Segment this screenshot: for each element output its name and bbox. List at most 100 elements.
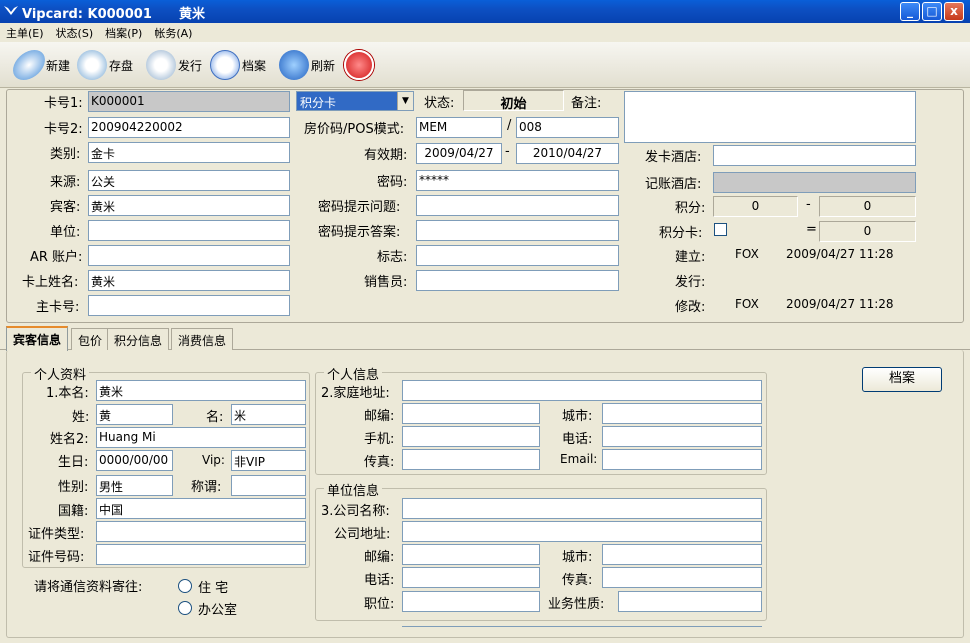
pwd-label: 密码: xyxy=(377,175,408,190)
tab-points[interactable]: 积分信息 xyxy=(107,328,170,350)
guest-field[interactable]: 黄米 xyxy=(88,195,290,216)
new-button[interactable]: 新建 xyxy=(8,48,70,82)
menu-account[interactable]: 帐务(A) xyxy=(148,23,198,43)
vip-field[interactable]: 非VIP xyxy=(231,450,306,471)
lastname-field[interactable]: 黄 xyxy=(96,404,173,425)
sex-label: 性别: xyxy=(58,480,89,495)
company-fax-label: 传真: xyxy=(562,573,593,588)
card-kind-select[interactable]: 积分卡 ▼ xyxy=(296,91,414,111)
valid-to-field[interactable]: 2010/04/27 xyxy=(516,143,619,164)
tab-consumption[interactable]: 消费信息 xyxy=(171,328,234,350)
home-address-field[interactable] xyxy=(402,380,762,401)
rate-field[interactable]: MEM xyxy=(416,117,502,138)
acct-hotel-field[interactable] xyxy=(713,172,916,193)
name2-label: 姓名2: xyxy=(50,432,89,447)
pwd-question-label: 密码提示问题: xyxy=(318,200,401,215)
id-type-field[interactable] xyxy=(96,521,306,542)
points-card-checkbox[interactable] xyxy=(714,223,727,236)
firstname-field[interactable]: 米 xyxy=(231,404,306,425)
company-address-field[interactable] xyxy=(402,521,762,542)
title-bar[interactable]: Vipcard: K000001 黄米 _ □ x xyxy=(0,0,970,23)
birthday-field[interactable]: 0000/00/00 xyxy=(96,450,173,471)
mobile-field[interactable] xyxy=(402,426,540,447)
modified-by: FOX xyxy=(735,297,759,311)
name-field[interactable]: 黄米 xyxy=(96,380,306,401)
tab-package[interactable]: 包价 xyxy=(71,328,110,350)
name2-field[interactable]: Huang Mi xyxy=(96,427,306,448)
company-city-field[interactable] xyxy=(602,544,762,565)
mail-office-radio[interactable] xyxy=(178,601,192,615)
refresh-button[interactable]: 刷新 xyxy=(279,48,335,82)
valid-from-field[interactable]: 2009/04/27 xyxy=(416,143,502,164)
menu-status[interactable]: 状态(S) xyxy=(50,23,100,43)
nationality-field[interactable]: 中国 xyxy=(96,498,306,519)
tab-guest-info[interactable]: 宾客信息 xyxy=(6,326,69,351)
rate-label: 房价码/POS模式: xyxy=(304,122,405,137)
birthday-label: 生日: xyxy=(58,455,89,470)
firstname-label: 名: xyxy=(206,410,224,425)
card2-field[interactable]: 200904220002 xyxy=(88,117,290,138)
pos-field[interactable]: 008 xyxy=(516,117,619,138)
company-name-field[interactable] xyxy=(402,498,762,519)
menu-archive[interactable]: 档案(P) xyxy=(99,23,148,43)
type-label: 类别: xyxy=(50,147,81,162)
cardname-field[interactable]: 黄米 xyxy=(88,270,290,291)
maincard-label: 主卡号: xyxy=(36,300,80,315)
mail-office-label: 办公室 xyxy=(198,603,238,618)
pwd-answer-field[interactable] xyxy=(416,220,619,241)
menu-main[interactable]: 主单(E) xyxy=(0,23,50,43)
home-phone-label: 电话: xyxy=(562,432,593,447)
mail-home-radio[interactable] xyxy=(178,579,192,593)
company-phone-field[interactable] xyxy=(402,567,540,588)
sex-field[interactable]: 男性 xyxy=(96,475,173,496)
close-button[interactable]: x xyxy=(944,2,964,21)
id-type-label: 证件类型: xyxy=(28,527,85,542)
flag-label: 标志: xyxy=(377,250,408,265)
company-phone-label: 电话: xyxy=(364,573,395,588)
modified-label: 修改: xyxy=(675,300,706,315)
rate-slash: / xyxy=(507,118,512,133)
lastname-label: 姓: xyxy=(72,410,90,425)
business-type-field[interactable] xyxy=(618,591,762,612)
issue-icon xyxy=(146,50,176,80)
company-name-label: 3.公司名称: xyxy=(321,504,390,519)
modified-at: 2009/04/27 11:28 xyxy=(786,297,894,311)
home-phone-field[interactable] xyxy=(602,426,762,447)
archive-button[interactable]: 档案 xyxy=(210,48,266,82)
issue-button[interactable]: 发行 xyxy=(146,48,202,82)
salutation-field[interactable] xyxy=(231,475,306,496)
home-city-field[interactable] xyxy=(602,403,762,424)
sales-field[interactable] xyxy=(416,270,619,291)
source-field[interactable]: 公关 xyxy=(88,170,290,191)
company-address-label: 公司地址: xyxy=(334,527,391,542)
home-fax-field[interactable] xyxy=(402,449,540,470)
company-info-title: 单位信息 xyxy=(324,480,383,499)
company-fax-field[interactable] xyxy=(602,567,762,588)
card1-field[interactable]: K000001 xyxy=(88,91,290,112)
exit-button[interactable] xyxy=(344,48,376,82)
remark-field[interactable] xyxy=(624,91,916,143)
pwd-question-field[interactable] xyxy=(416,195,619,216)
maincard-field[interactable] xyxy=(88,295,290,316)
maximize-button[interactable]: □ xyxy=(922,2,942,21)
archive-detail-button[interactable]: 档案 xyxy=(862,367,942,392)
save-button[interactable]: 存盘 xyxy=(77,48,133,82)
home-city-label: 城市: xyxy=(562,409,593,424)
flag-field[interactable] xyxy=(416,245,619,266)
minimize-button[interactable]: _ xyxy=(900,2,920,21)
app-icon xyxy=(4,6,18,15)
password-field[interactable]: ***** xyxy=(416,170,619,191)
unit-field[interactable] xyxy=(88,220,290,241)
type-field[interactable]: 金卡 xyxy=(88,142,290,163)
remark-label: 备注: xyxy=(571,96,602,111)
ar-field[interactable] xyxy=(88,245,290,266)
chevron-down-icon[interactable]: ▼ xyxy=(397,92,413,110)
id-number-field[interactable] xyxy=(96,544,306,565)
company-zip-field[interactable] xyxy=(402,544,540,565)
toolbar: 新建 存盘 发行 档案 刷新 xyxy=(0,42,970,88)
issue-hotel-field[interactable] xyxy=(713,145,916,166)
email-field[interactable] xyxy=(602,449,762,470)
home-zip-field[interactable] xyxy=(402,403,540,424)
position-field[interactable] xyxy=(402,591,540,612)
archive-icon xyxy=(210,50,240,80)
